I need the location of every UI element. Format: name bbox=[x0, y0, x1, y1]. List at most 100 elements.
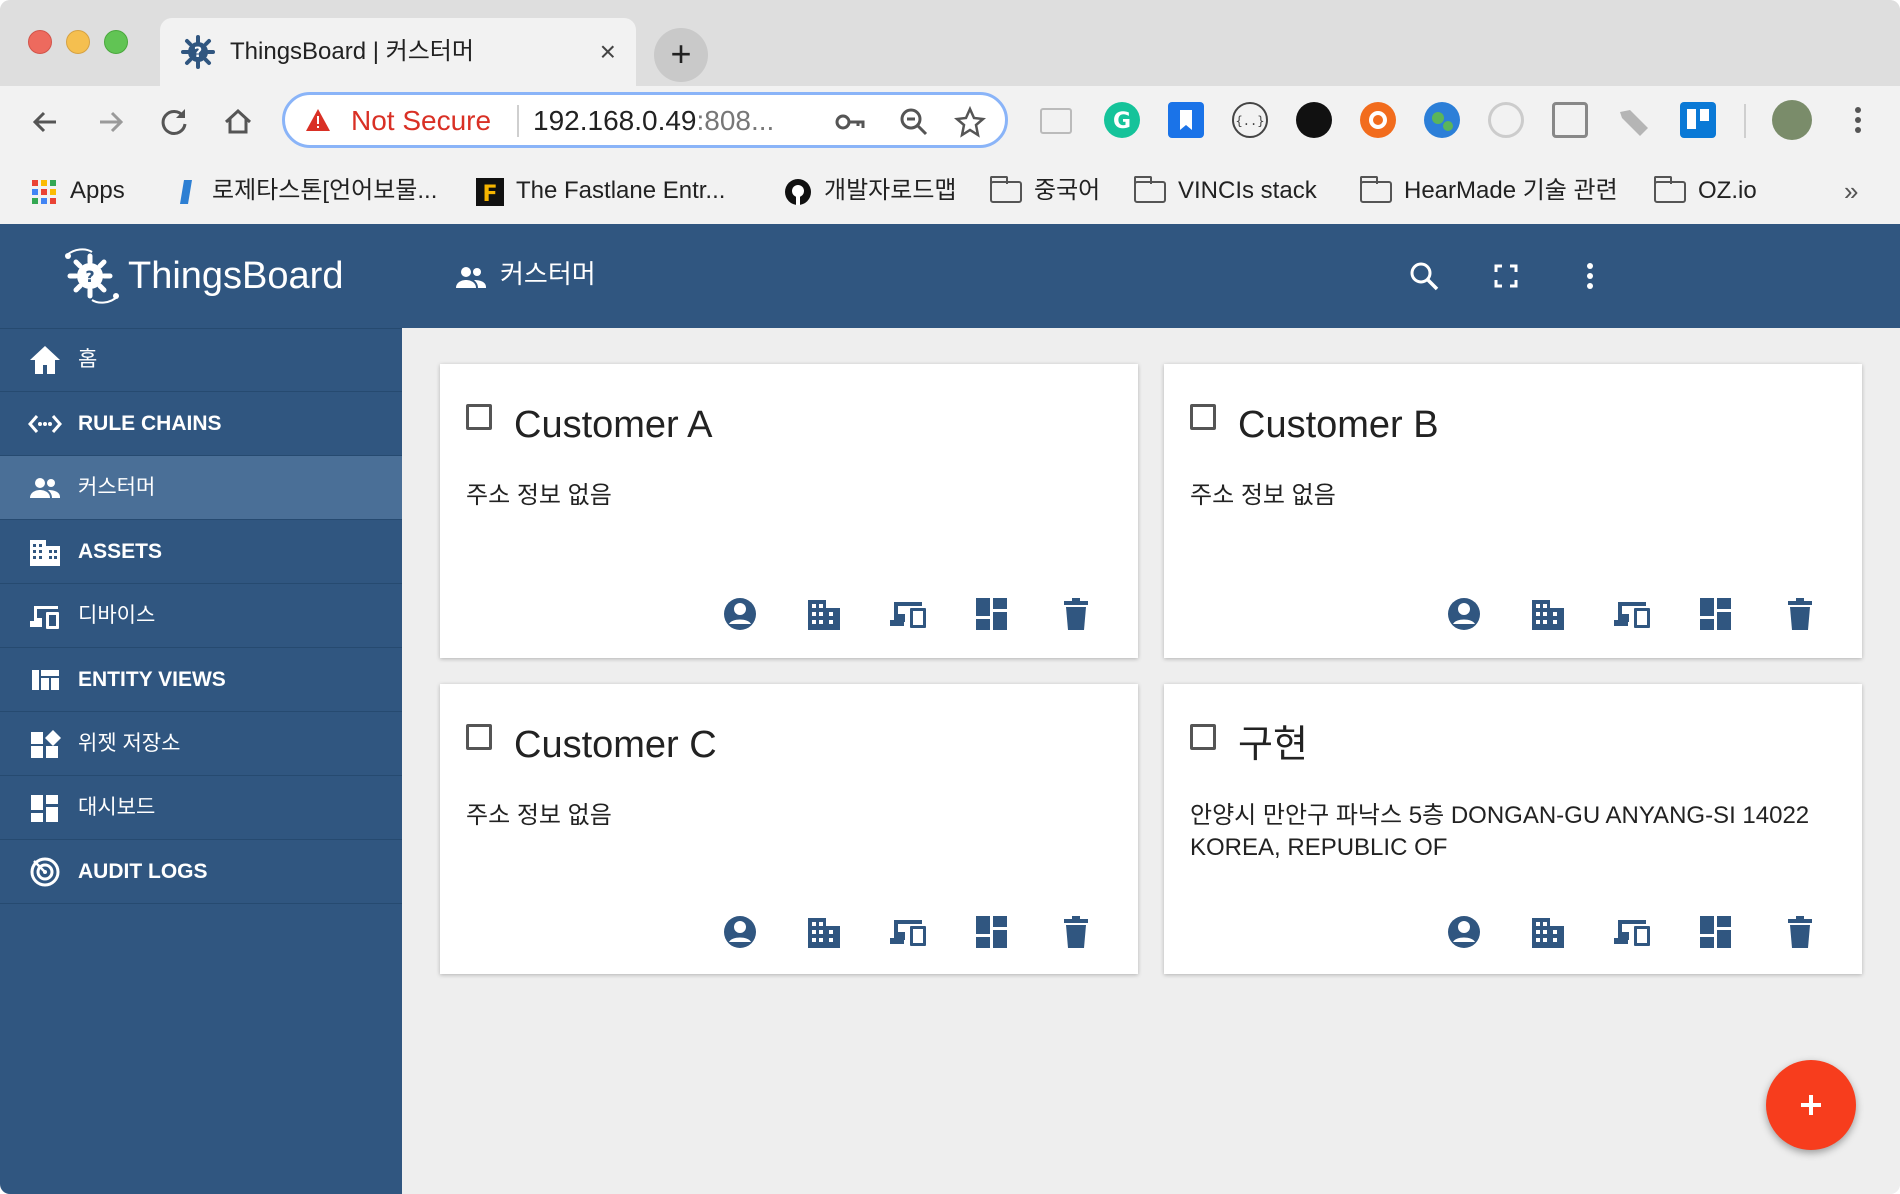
bookmark-extension-icon[interactable] bbox=[1168, 102, 1204, 138]
manage-dashboards-icon[interactable] bbox=[1696, 594, 1736, 634]
extension-reader-icon[interactable] bbox=[1040, 108, 1072, 134]
rule-chains-icon bbox=[28, 415, 62, 433]
select-checkbox[interactable] bbox=[466, 724, 492, 750]
new-tab-button[interactable]: + bbox=[654, 28, 708, 82]
reload-icon[interactable] bbox=[152, 100, 196, 144]
warning-icon bbox=[306, 109, 330, 131]
sidebar-item-assets[interactable]: ASSETS bbox=[0, 520, 402, 584]
window-extension-icon[interactable] bbox=[1552, 102, 1588, 138]
manage-assets-icon[interactable] bbox=[804, 912, 844, 952]
select-checkbox[interactable] bbox=[1190, 404, 1216, 430]
assets-icon bbox=[30, 540, 60, 566]
delete-icon[interactable] bbox=[1056, 594, 1096, 634]
sidebar-item-customers[interactable]: 커스터머 bbox=[0, 456, 402, 520]
bookmark-folder-chinese[interactable]: 중국어 bbox=[990, 172, 1100, 210]
bookmarks-bar: Apps 로제타스톤[언어보물... F The Fastlane Entr...… bbox=[0, 158, 1900, 225]
home-icon[interactable] bbox=[216, 100, 260, 144]
delete-icon[interactable] bbox=[1780, 912, 1820, 952]
help-extension-icon[interactable] bbox=[1360, 102, 1396, 138]
bookmark-apps[interactable]: Apps bbox=[30, 172, 125, 210]
manage-devices-icon[interactable] bbox=[888, 594, 928, 634]
thingsboard-logo-icon[interactable]: ? bbox=[62, 246, 122, 306]
select-checkbox[interactable] bbox=[466, 404, 492, 430]
manage-dashboards-icon[interactable] bbox=[972, 594, 1012, 634]
url-text[interactable]: 192.168.0.49:808... bbox=[533, 103, 774, 139]
folder-icon bbox=[1134, 175, 1166, 203]
manage-users-icon[interactable] bbox=[1444, 912, 1484, 952]
manage-dashboards-icon[interactable] bbox=[1696, 912, 1736, 952]
sidebar-item-audit-logs[interactable]: AUDIT LOGS bbox=[0, 840, 402, 904]
select-checkbox[interactable] bbox=[1190, 724, 1216, 750]
clock-extension-icon[interactable] bbox=[1296, 102, 1332, 138]
devices-icon bbox=[30, 606, 59, 629]
customer-name: Customer A bbox=[514, 404, 713, 446]
customer-address: 안양시 만안구 파낙스 5층 DONGAN-GU ANYANG-SI 14022… bbox=[1190, 802, 1810, 861]
manage-devices-icon[interactable] bbox=[1612, 594, 1652, 634]
minimize-window-button[interactable] bbox=[66, 30, 90, 54]
sidebar-item-label: 디바이스 bbox=[78, 604, 156, 627]
forward-icon[interactable] bbox=[88, 100, 132, 144]
tab-close-icon[interactable]: × bbox=[600, 36, 616, 68]
bookmarks-overflow-icon[interactable]: » bbox=[1844, 172, 1858, 210]
browser-menu-icon[interactable] bbox=[1840, 102, 1876, 138]
sidebar-item-rule-chains[interactable]: RULE CHAINS bbox=[0, 392, 402, 456]
bookmark-star-icon[interactable] bbox=[953, 105, 987, 139]
customer-address: 주소 정보 없음 bbox=[466, 802, 612, 829]
customer-address: 주소 정보 없음 bbox=[1190, 482, 1336, 509]
not-secure-label[interactable]: Not Secure bbox=[351, 103, 491, 139]
sidebar-item-dashboards[interactable]: 대시보드 bbox=[0, 776, 402, 840]
sidebar-item-label: 커스터머 bbox=[78, 476, 156, 499]
close-window-button[interactable] bbox=[28, 30, 52, 54]
manage-devices-icon[interactable] bbox=[1612, 912, 1652, 952]
sidebar-item-entity-views[interactable]: ENTITY VIEWS bbox=[0, 648, 402, 712]
manage-users-icon[interactable] bbox=[720, 912, 760, 952]
browser-toolbar: Not Secure 192.168.0.49:808... G {..} bbox=[0, 86, 1900, 158]
manage-assets-icon[interactable] bbox=[804, 594, 844, 634]
search-icon[interactable] bbox=[1402, 254, 1446, 298]
tag-extension-icon[interactable] bbox=[1616, 102, 1652, 138]
bookmark-folder-hearmade[interactable]: HearMade 기술 관련 bbox=[1360, 172, 1618, 210]
customer-card[interactable]: 구현 안양시 만안구 파낙스 5층 DONGAN-GU ANYANG-SI 14… bbox=[1164, 684, 1862, 974]
more-options-icon[interactable] bbox=[1568, 254, 1612, 298]
zoom-window-button[interactable] bbox=[104, 30, 128, 54]
sidebar-item-devices[interactable]: 디바이스 bbox=[0, 584, 402, 648]
json-viewer-icon[interactable]: {..} bbox=[1232, 102, 1268, 138]
sidebar-item-widgets[interactable]: 위젯 저장소 bbox=[0, 712, 402, 776]
bookmark-folder-vincis[interactable]: VINCIs stack bbox=[1134, 172, 1317, 210]
g-extension-icon[interactable] bbox=[1488, 102, 1524, 138]
profile-avatar[interactable] bbox=[1772, 100, 1812, 140]
card-actions bbox=[1444, 594, 1824, 634]
manage-users-icon[interactable] bbox=[720, 594, 760, 634]
fullscreen-icon[interactable] bbox=[1484, 254, 1528, 298]
manage-assets-icon[interactable] bbox=[1528, 594, 1568, 634]
trello-icon[interactable] bbox=[1680, 102, 1716, 138]
customer-address: 주소 정보 없음 bbox=[466, 482, 612, 509]
back-icon[interactable] bbox=[24, 100, 68, 144]
customer-card[interactable]: Customer C 주소 정보 없음 bbox=[440, 684, 1138, 974]
customer-card[interactable]: Customer A 주소 정보 없음 bbox=[440, 364, 1138, 658]
rosetta-icon bbox=[180, 179, 192, 204]
browser-tab[interactable]: ? ThingsBoard | 커스터머 × bbox=[160, 18, 636, 86]
dashboards-icon bbox=[31, 795, 58, 822]
svg-text:{..}: {..} bbox=[1236, 114, 1265, 128]
plus-icon-stem bbox=[1809, 1095, 1813, 1115]
bookmark-rosetta[interactable]: 로제타스톤[언어보물... bbox=[172, 172, 437, 210]
password-key-icon[interactable] bbox=[833, 105, 867, 139]
manage-dashboards-icon[interactable] bbox=[972, 912, 1012, 952]
manage-users-icon[interactable] bbox=[1444, 594, 1484, 634]
manage-assets-icon[interactable] bbox=[1528, 912, 1568, 952]
grammarly-icon[interactable]: G bbox=[1104, 102, 1140, 138]
customer-card[interactable]: Customer B 주소 정보 없음 bbox=[1164, 364, 1862, 658]
address-bar[interactable]: Not Secure 192.168.0.49:808... bbox=[282, 92, 1008, 148]
add-customer-button[interactable] bbox=[1766, 1060, 1856, 1150]
globe-extension-icon[interactable] bbox=[1424, 102, 1460, 138]
delete-icon[interactable] bbox=[1780, 594, 1820, 634]
delete-icon[interactable] bbox=[1056, 912, 1096, 952]
address-separator bbox=[517, 105, 519, 137]
bookmark-folder-oz[interactable]: OZ.io bbox=[1654, 172, 1757, 210]
zoom-icon[interactable] bbox=[897, 105, 931, 139]
bookmark-fastlane[interactable]: F The Fastlane Entr... bbox=[476, 172, 725, 210]
manage-devices-icon[interactable] bbox=[888, 912, 928, 952]
sidebar-item-home[interactable]: 홈 bbox=[0, 328, 402, 392]
bookmark-dev-roadmap[interactable]: 개발자로드맵 bbox=[784, 172, 956, 210]
